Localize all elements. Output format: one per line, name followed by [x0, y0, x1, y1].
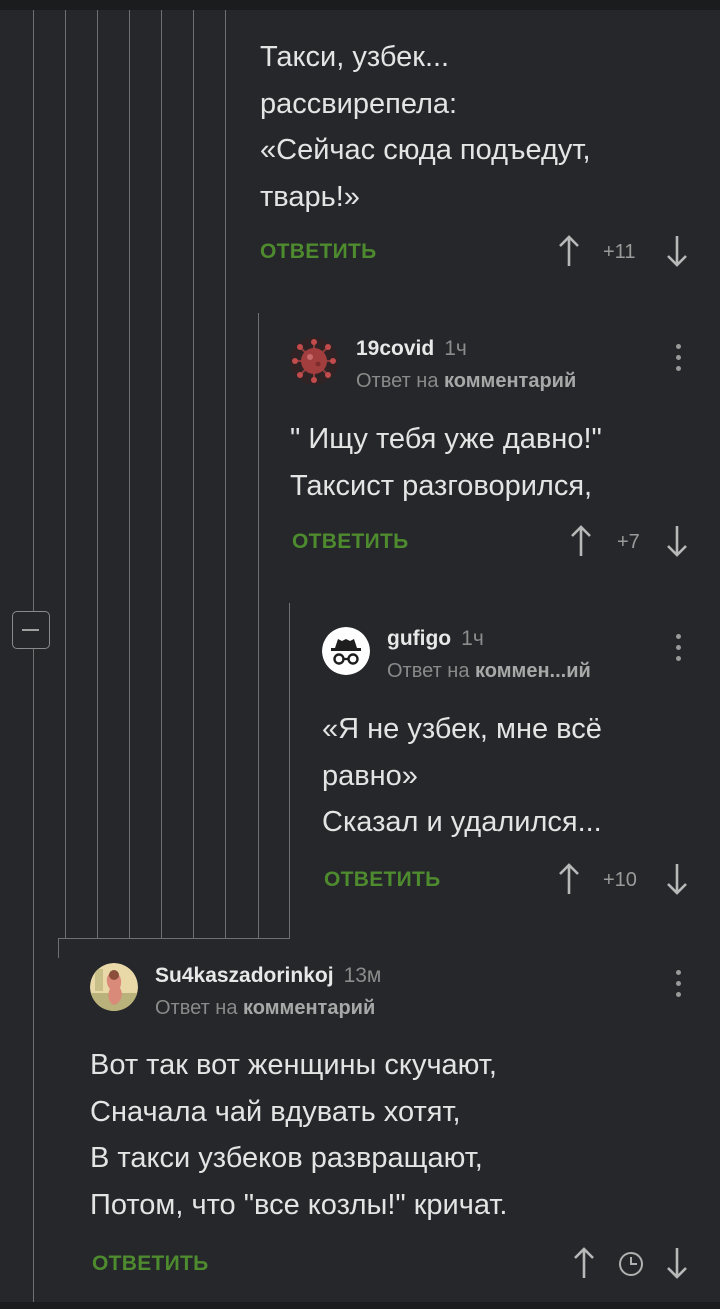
more-options-icon[interactable]: [671, 966, 685, 1002]
reply-to-link[interactable]: Ответ на комментарий: [356, 370, 576, 393]
downvote-icon[interactable]: [666, 862, 688, 896]
collapse-thread-button[interactable]: [12, 611, 50, 649]
bottom-strip: [0, 1302, 720, 1309]
more-options-icon[interactable]: [671, 340, 685, 376]
comment-author[interactable]: 19covid 1ч: [356, 337, 467, 361]
upvote-icon[interactable]: [558, 234, 580, 268]
downvote-icon[interactable]: [666, 234, 688, 268]
comment-author[interactable]: gufigo 1ч: [387, 627, 484, 651]
upvote-icon[interactable]: [573, 1246, 595, 1280]
comment-time: 1ч: [461, 627, 484, 650]
comment-author[interactable]: Su4kaszadorinkoj 13м: [155, 964, 381, 988]
photo-avatar[interactable]: [90, 963, 138, 1011]
clock-icon: [619, 1252, 643, 1276]
comment-body: Такси, узбек... рассвирепела: «Сейчас сю…: [260, 41, 591, 213]
upvote-icon[interactable]: [558, 862, 580, 896]
reply-button[interactable]: ОТВЕТИТЬ: [292, 530, 409, 554]
comment-time: 1ч: [444, 337, 467, 360]
incognito-avatar-icon[interactable]: [322, 627, 370, 675]
comment-body: «Я не узбек, мне всё равно» Сказал и уда…: [322, 713, 602, 838]
reply-to-link[interactable]: Ответ на комментарий: [155, 997, 375, 1020]
rating: +11: [603, 241, 636, 263]
reply-button[interactable]: ОТВЕТИТЬ: [92, 1252, 209, 1276]
downvote-icon[interactable]: [666, 1246, 688, 1280]
status-bar-strip: [0, 0, 720, 10]
comment-body: Вот так вот женщины скучают, Сначала чай…: [90, 1049, 508, 1221]
rating: +10: [603, 869, 637, 891]
reply-button[interactable]: ОТВЕТИТЬ: [324, 868, 441, 892]
upvote-icon[interactable]: [570, 524, 592, 558]
downvote-icon[interactable]: [666, 524, 688, 558]
comment-time: 13м: [343, 964, 382, 987]
reply-button[interactable]: ОТВЕТИТЬ: [260, 240, 377, 264]
more-options-icon[interactable]: [671, 630, 685, 666]
comment-body: " Ищу тебя уже давно!" Таксист разговори…: [290, 423, 602, 502]
rating: +7: [617, 531, 640, 553]
virus-avatar-icon[interactable]: [290, 337, 338, 385]
reply-to-link[interactable]: Ответ на коммен...ий: [387, 660, 591, 683]
